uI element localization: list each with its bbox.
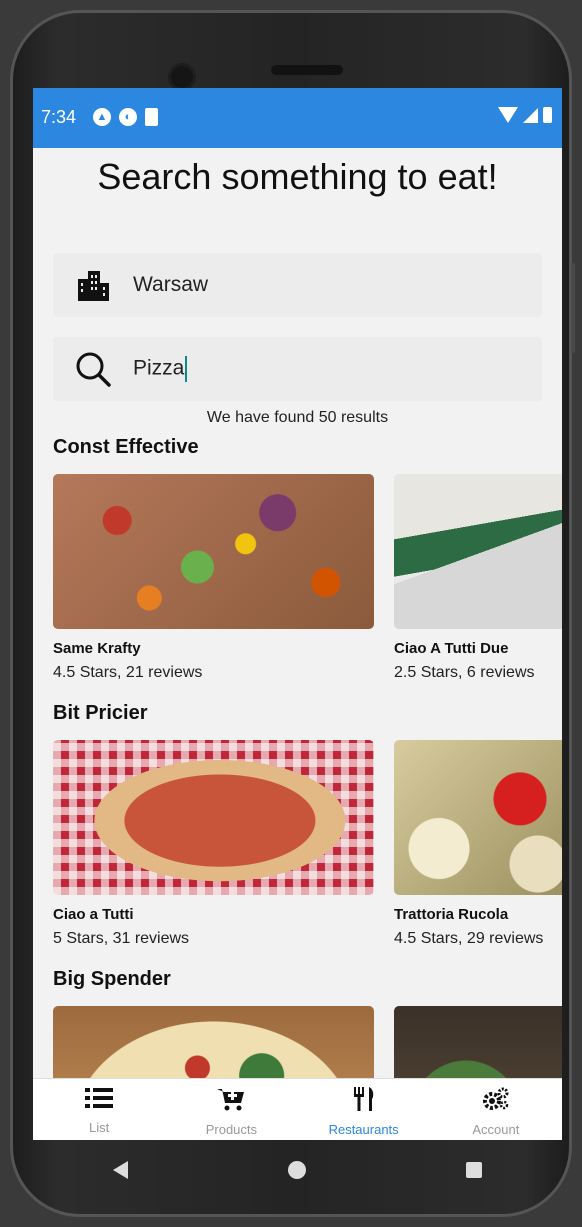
back-icon[interactable] [113, 1161, 128, 1179]
power-button [571, 263, 575, 353]
location-field[interactable]: Warsaw [53, 253, 542, 317]
restaurant-name[interactable]: Trattoria Rucola [394, 906, 508, 923]
wifi-icon [498, 107, 518, 123]
restaurant-name[interactable]: Same Krafty [53, 640, 141, 657]
tab-label: Restaurants [328, 1122, 399, 1137]
restaurant-card-image[interactable] [394, 474, 562, 629]
section-title-const-effective: Const Effective [53, 436, 199, 458]
restaurant-name[interactable]: Ciao A Tutti Due [394, 640, 508, 657]
signal-icon [523, 107, 538, 123]
page-title: Search something to eat! [97, 156, 498, 197]
tab-restaurants[interactable]: Restaurants [298, 1079, 430, 1140]
battery-icon [543, 107, 552, 123]
list-icon [85, 1087, 114, 1114]
notification-data-icon: ◐ [119, 108, 137, 126]
location-value: Warsaw [133, 273, 209, 296]
cart-icon [217, 1087, 245, 1116]
status-time: 7:34 [41, 107, 77, 127]
tab-label: List [89, 1120, 110, 1135]
front-camera [168, 63, 196, 91]
restaurant-card-image[interactable] [53, 474, 374, 629]
earpiece-speaker [271, 65, 343, 75]
restaurant-rating: 2.5 Stars, 6 reviews [394, 664, 535, 681]
section-title-bit-pricier: Bit Pricier [53, 702, 148, 724]
sd-card-icon [145, 108, 158, 126]
results-count: We have found 50 results [206, 409, 389, 426]
tab-label: Account [472, 1122, 520, 1137]
section-title-big-spender: Big Spender [53, 968, 171, 990]
gears-icon [482, 1087, 510, 1116]
status-bar: 7:34 ▲ ◐ [33, 88, 562, 148]
tab-label: Products [205, 1122, 258, 1137]
restaurant-rating: 4.5 Stars, 29 reviews [394, 930, 544, 947]
app-screen: 7:34 ▲ ◐ Search something to eat! Warsaw… [33, 88, 562, 1140]
search-input[interactable]: Pizza [133, 356, 188, 382]
restaurant-rating: 5 Stars, 31 reviews [53, 930, 190, 947]
text-caret [185, 356, 188, 382]
city-buildings-icon [53, 269, 133, 301]
utensils-icon [352, 1087, 376, 1116]
search-field[interactable]: Pizza [53, 337, 542, 401]
notification-a-icon: ▲ [93, 108, 111, 126]
recent-apps-icon[interactable] [466, 1162, 482, 1178]
restaurant-rating: 4.5 Stars, 21 reviews [53, 664, 203, 681]
search-icon [53, 349, 133, 389]
home-icon[interactable] [288, 1161, 306, 1179]
tab-account[interactable]: Account [430, 1079, 562, 1140]
restaurant-card-image[interactable] [394, 740, 562, 895]
tab-list[interactable]: List [33, 1079, 165, 1140]
restaurant-name[interactable]: Ciao a Tutti [53, 906, 134, 923]
restaurant-card-image[interactable] [53, 740, 374, 895]
tab-products[interactable]: Products [165, 1079, 297, 1140]
bottom-tab-bar: List Products Restaurants Account [33, 1078, 562, 1140]
system-nav-bar [33, 1140, 562, 1200]
